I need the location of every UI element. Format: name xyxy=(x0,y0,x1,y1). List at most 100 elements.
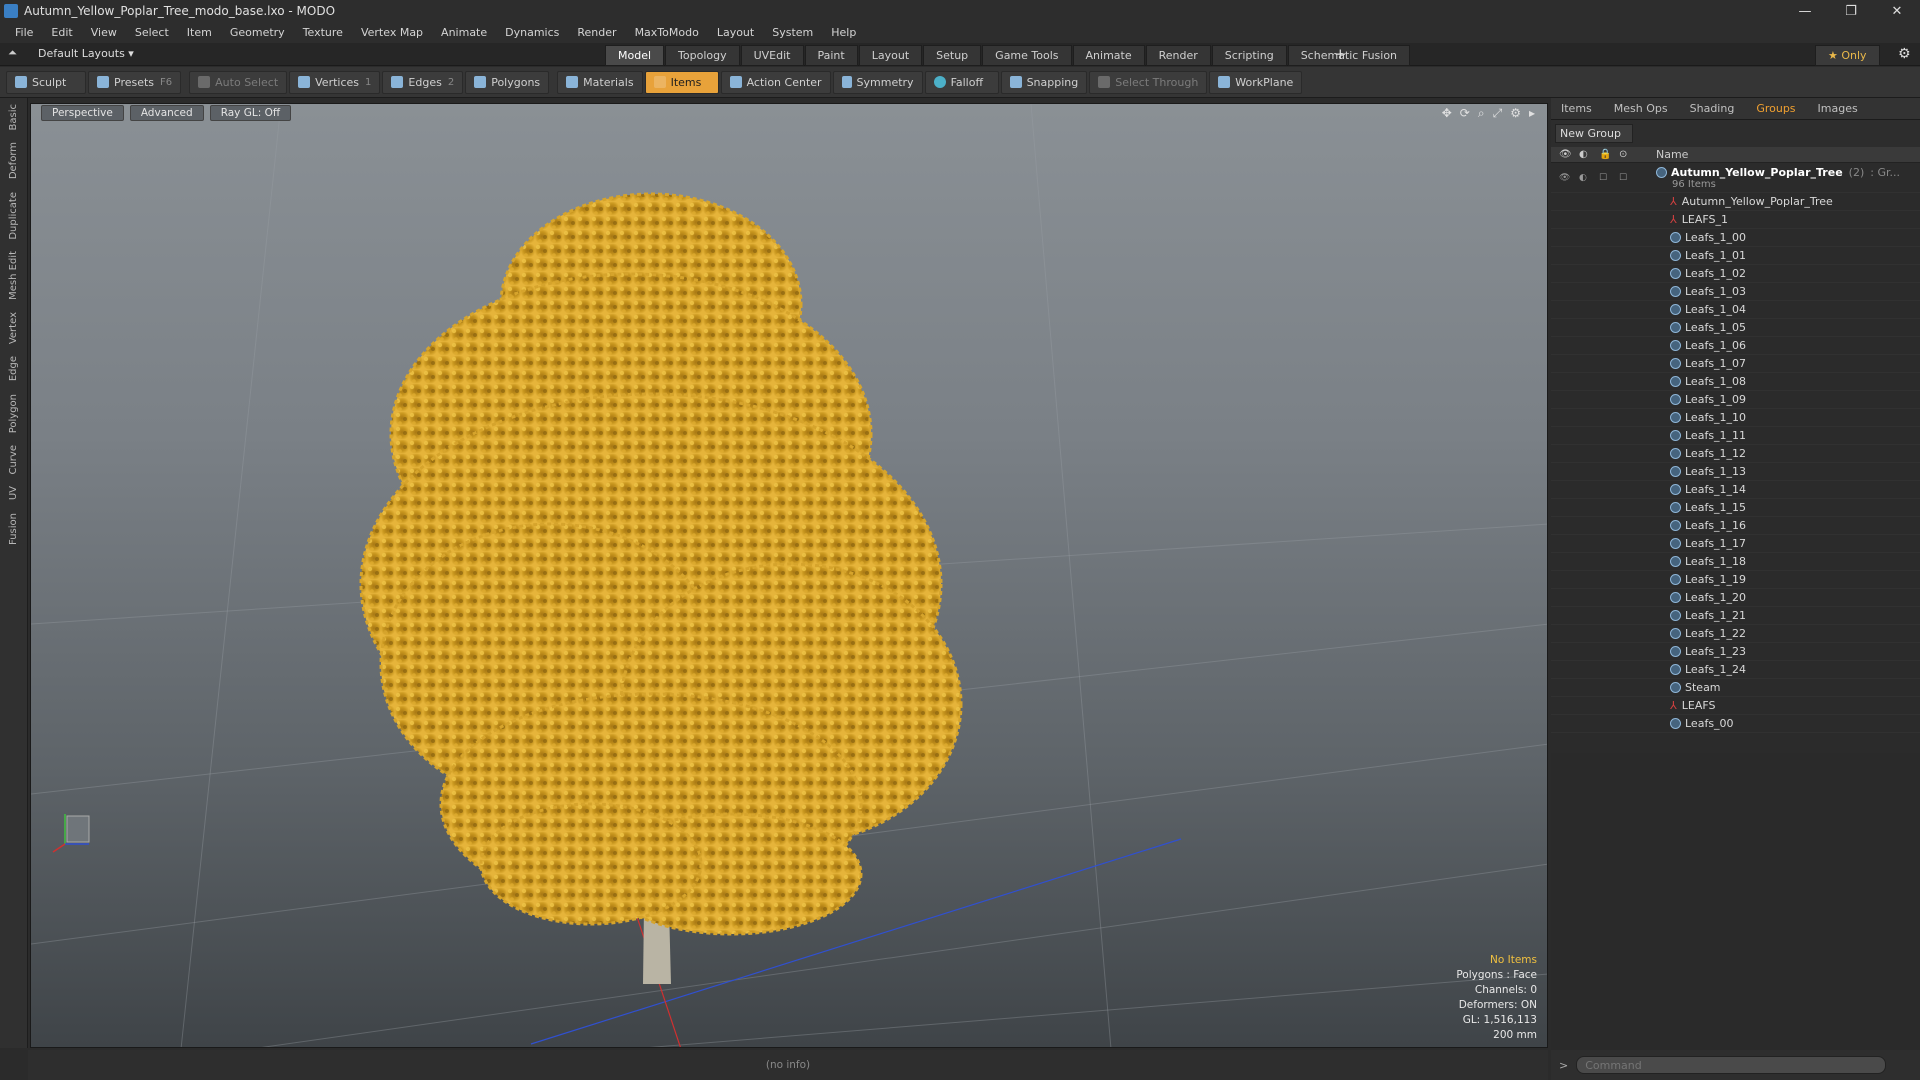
menu-item-maxtomodo[interactable]: MaxToModo xyxy=(626,26,708,39)
menu-item-item[interactable]: Item xyxy=(178,26,221,39)
left-tab-polygon[interactable]: Polygon xyxy=(8,388,19,439)
list-item[interactable]: ⅄ LEAFS xyxy=(1551,697,1920,715)
menu-item-dynamics[interactable]: Dynamics xyxy=(496,26,568,39)
restore-button[interactable]: ❐ xyxy=(1828,4,1874,19)
fit-view-icon[interactable]: ⤢ xyxy=(1493,106,1503,121)
tab-images[interactable]: Images xyxy=(1808,99,1868,118)
only-toggle-button[interactable]: ★ Only xyxy=(1815,45,1880,66)
list-item[interactable]: Leafs_1_19 xyxy=(1551,571,1920,589)
groups-tree[interactable]: 👁 ◐ ☐ ☐ Autumn_Yellow_Poplar_Tree (2) : Gr.… xyxy=(1551,163,1920,753)
menu-item-texture[interactable]: Texture xyxy=(294,26,352,39)
tab-scripting[interactable]: Scripting xyxy=(1211,45,1287,66)
list-item[interactable]: Leafs_00 xyxy=(1551,715,1920,733)
tab-setup[interactable]: Setup xyxy=(923,45,982,66)
list-item[interactable]: Leafs_1_10 xyxy=(1551,409,1920,427)
select-through-button[interactable]: Select Through xyxy=(1089,70,1208,94)
list-item[interactable]: Leafs_1_09 xyxy=(1551,391,1920,409)
render-column-icon[interactable]: ◐ xyxy=(1579,149,1599,160)
auto-select-button[interactable]: Auto Select xyxy=(189,70,288,94)
tab-render[interactable]: Render xyxy=(1145,45,1211,66)
list-item[interactable]: ⅄ Autumn_Yellow_Poplar_Tree xyxy=(1551,193,1920,211)
list-item[interactable]: Leafs_1_00 xyxy=(1551,229,1920,247)
viewport-settings-icon[interactable]: ⚙ xyxy=(1510,106,1521,121)
left-tab-basic[interactable]: Basic xyxy=(8,98,19,136)
polygons-button[interactable]: Polygons xyxy=(465,70,550,94)
list-item[interactable]: Leafs_1_13 xyxy=(1551,463,1920,481)
sculpt-button[interactable]: Sculpt xyxy=(6,70,86,94)
menu-item-system[interactable]: System xyxy=(763,26,822,39)
new-group-button[interactable]: New Group xyxy=(1555,124,1633,143)
list-item[interactable]: Leafs_1_07 xyxy=(1551,355,1920,373)
menu-item-edit[interactable]: Edit xyxy=(42,26,81,39)
menu-item-view[interactable]: View xyxy=(82,26,126,39)
rotate-view-icon[interactable]: ⟳ xyxy=(1460,106,1470,121)
tab-schematic-fusion[interactable]: Schematic Fusion xyxy=(1287,45,1411,66)
add-tab-button[interactable]: + xyxy=(1334,45,1347,63)
list-item[interactable]: Leafs_1_22 xyxy=(1551,625,1920,643)
left-tab-deform[interactable]: Deform xyxy=(8,136,19,185)
lock-column-icon[interactable]: 🔒 xyxy=(1599,149,1619,160)
menu-item-layout[interactable]: Layout xyxy=(708,26,763,39)
name-column-header[interactable]: Name xyxy=(1656,148,1688,161)
list-item[interactable]: Leafs_1_02 xyxy=(1551,265,1920,283)
checkbox-icon[interactable]: ☐ xyxy=(1599,173,1619,183)
tab-paint[interactable]: Paint xyxy=(804,45,858,66)
left-tab-duplicate[interactable]: Duplicate xyxy=(8,186,19,246)
list-item[interactable]: Leafs_1_08 xyxy=(1551,373,1920,391)
eye-icon[interactable]: 👁 xyxy=(1559,173,1579,183)
left-tab-fusion[interactable]: Fusion xyxy=(8,507,19,551)
snapping-button[interactable]: Snapping xyxy=(1000,70,1088,94)
list-item[interactable]: Leafs_1_21 xyxy=(1551,607,1920,625)
list-item[interactable]: Leafs_1_06 xyxy=(1551,337,1920,355)
list-item[interactable]: Leafs_1_24 xyxy=(1551,661,1920,679)
zoom-view-icon[interactable]: ⌕ xyxy=(1478,106,1485,121)
viewport-expand-icon[interactable]: ▸ xyxy=(1529,106,1535,121)
visibility-column-icon[interactable]: 👁 xyxy=(1559,149,1579,160)
list-item[interactable]: ⅄ LEAFS_1 xyxy=(1551,211,1920,229)
tab-game-tools[interactable]: Game Tools xyxy=(982,45,1072,66)
checkbox-icon[interactable]: ☐ xyxy=(1619,173,1639,183)
close-button[interactable]: ✕ xyxy=(1874,4,1920,19)
presets-button[interactable]: Presets F6 xyxy=(88,70,182,94)
move-view-icon[interactable]: ✥ xyxy=(1442,106,1452,121)
list-item[interactable]: Leafs_1_11 xyxy=(1551,427,1920,445)
render-icon[interactable]: ◐ xyxy=(1579,173,1599,183)
tab-items[interactable]: Items xyxy=(1551,99,1602,118)
viewport-advanced-button[interactable]: Advanced xyxy=(129,105,204,121)
materials-button[interactable]: Materials xyxy=(557,70,643,94)
menu-item-geometry[interactable]: Geometry xyxy=(221,26,294,39)
list-item[interactable]: Leafs_1_20 xyxy=(1551,589,1920,607)
left-tab-edge[interactable]: Edge xyxy=(8,350,19,387)
workplane-button[interactable]: WorkPlane xyxy=(1209,70,1303,94)
list-item[interactable]: Leafs_1_15 xyxy=(1551,499,1920,517)
list-item[interactable]: Leafs_1_01 xyxy=(1551,247,1920,265)
left-tab-uv[interactable]: UV xyxy=(8,480,19,506)
list-item[interactable]: Leafs_1_03 xyxy=(1551,283,1920,301)
list-item[interactable]: Steam xyxy=(1551,679,1920,697)
collapse-arrow-icon[interactable]: ⏶ xyxy=(8,46,17,60)
falloff-button[interactable]: Falloff xyxy=(924,70,999,94)
list-item[interactable]: Leafs_1_04 xyxy=(1551,301,1920,319)
action-center-button[interactable]: Action Center xyxy=(720,70,831,94)
edges-button[interactable]: Edges 2 xyxy=(382,70,464,94)
left-tab-vertex[interactable]: Vertex xyxy=(8,306,19,350)
list-item[interactable]: Leafs_1_23 xyxy=(1551,643,1920,661)
menu-item-animate[interactable]: Animate xyxy=(432,26,496,39)
tab-shading[interactable]: Shading xyxy=(1680,99,1745,118)
tab-model[interactable]: Model xyxy=(605,45,665,66)
3d-viewport[interactable]: Perspective Advanced Ray GL: Off ✥ ⟳ ⌕ ⤢ ⚙… xyxy=(30,103,1548,1048)
items-button[interactable]: Items xyxy=(644,70,719,94)
menu-item-render[interactable]: Render xyxy=(568,26,625,39)
list-item[interactable]: Leafs_1_05 xyxy=(1551,319,1920,337)
list-item[interactable]: Leafs_1_16 xyxy=(1551,517,1920,535)
menu-item-file[interactable]: File xyxy=(6,26,42,39)
menu-item-help[interactable]: Help xyxy=(822,26,865,39)
tab-uvedit[interactable]: UVEdit xyxy=(740,45,804,66)
tab-layout[interactable]: Layout xyxy=(858,45,923,66)
left-tab-mesh-edit[interactable]: Mesh Edit xyxy=(8,245,19,306)
gear-icon[interactable]: ⚙ xyxy=(1898,46,1911,62)
minimize-button[interactable]: — xyxy=(1782,4,1828,19)
tab-groups[interactable]: Groups xyxy=(1746,99,1805,118)
tab-topology[interactable]: Topology xyxy=(665,45,740,66)
left-tab-curve[interactable]: Curve xyxy=(8,439,19,481)
